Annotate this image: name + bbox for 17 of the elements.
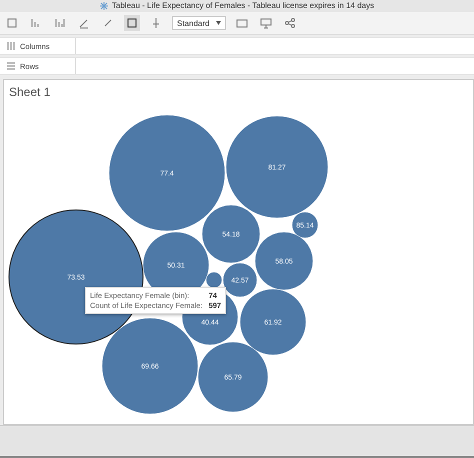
card-icon xyxy=(236,17,248,30)
rows-icon xyxy=(5,60,17,72)
bubble[interactable] xyxy=(206,272,222,288)
labels-button[interactable] xyxy=(124,15,140,32)
monitor-icon xyxy=(260,17,272,30)
share-icon xyxy=(284,17,296,30)
app-icon xyxy=(100,2,108,10)
pen-icon xyxy=(78,17,90,30)
text-icon xyxy=(126,17,138,30)
sort-icon xyxy=(54,17,66,30)
columns-icon xyxy=(5,40,17,52)
window-title: Tableau - Life Expectancy of Females - Tableau license expires in 14 days xyxy=(112,1,374,10)
fit-dropdown[interactable]: Standard xyxy=(172,16,226,30)
sheet-title: Sheet 1 xyxy=(9,84,50,99)
pin-icon xyxy=(150,17,162,30)
caret-icon xyxy=(216,21,221,26)
sheet-icon xyxy=(6,17,18,30)
